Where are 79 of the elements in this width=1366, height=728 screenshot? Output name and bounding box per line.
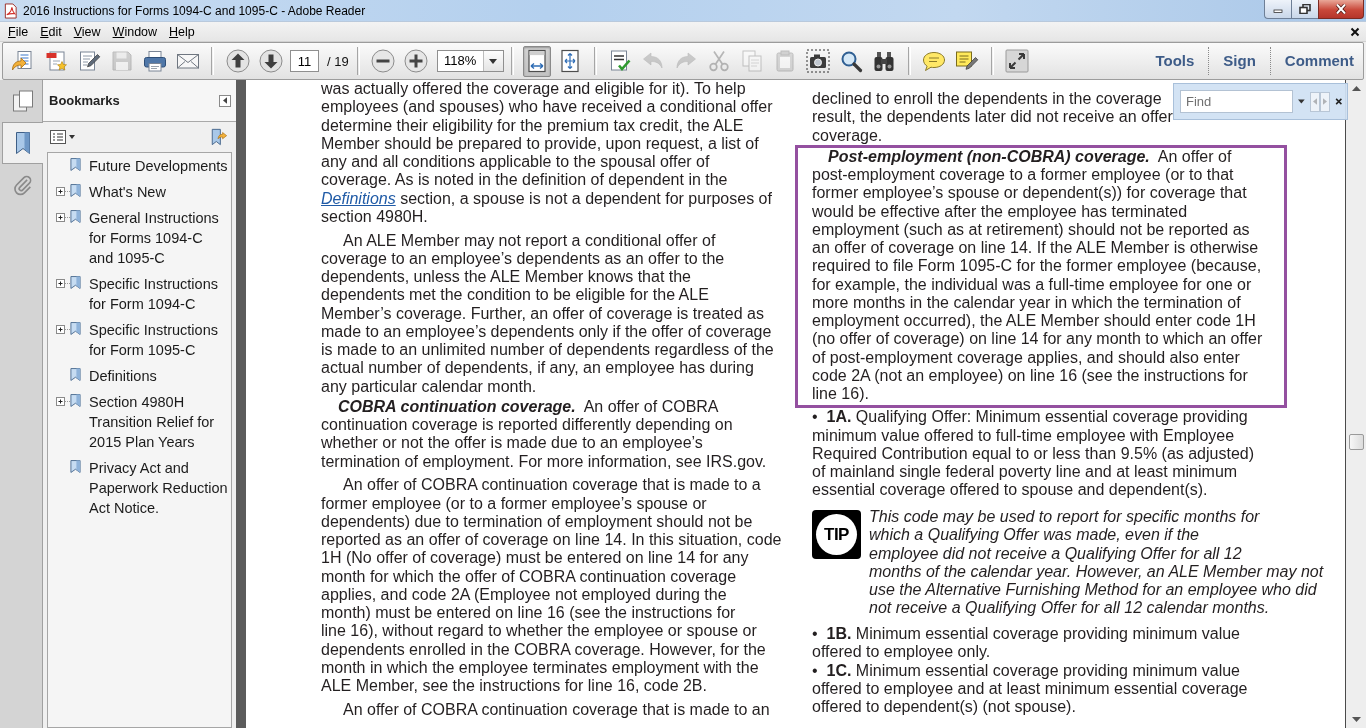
caret-right-icon	[1323, 98, 1328, 105]
list-item: • 1B. Minimum essential coverage providing minimum value offered to employee only.	[811, 625, 1241, 662]
pane-link[interactable]: Comment	[1269, 47, 1363, 75]
caret-down-icon[interactable]	[1351, 717, 1361, 722]
speech-bubble-icon[interactable]	[922, 49, 947, 73]
page-number-field[interactable]: 11	[290, 50, 319, 72]
camera-icon[interactable]	[806, 49, 831, 73]
bookmark-icon	[70, 276, 81, 289]
pages-icon	[10, 88, 35, 114]
menu-item[interactable]: Help	[164, 24, 200, 39]
caret-left-icon	[1312, 98, 1317, 105]
zoom-out-icon[interactable]	[371, 49, 396, 73]
menu-item[interactable]: Window	[107, 24, 163, 39]
print-icon[interactable]	[142, 49, 167, 73]
bookmark-icon	[70, 460, 81, 473]
caret-down-icon	[489, 58, 498, 64]
bookmark-icon	[70, 158, 81, 171]
paragraph: Post-employment (non-COBRA) coverage. An offer of post-employment coverage to a former employee (or to that former employee’s spouse or dependent(s)) for coverage that would be effective after the employee has terminated employment (such as at retirement) should not be reported as an offer of coverage on line 14. If the ALE Member is otherwise required to file Form 1095-C for the former employee (because, for example, the individual was a full-time employee for one or more months in the calendar year in which the termination of employment occurred), the ALE Member should enter code 1H (no offer of coverage) on line 14 for any month to which an offer of post-employment coverage applies, and should also enter code 2A (not an employee) on line 16 (see the instructions for line 16).	[812, 147, 1264, 404]
paragraph: COBRA continuation coverage. An offer of COBRA continuation coverage is reported differently depending on whether or not the offer is made due to an employee’s termination of employment. For more information, see IRS.gov.	[321, 397, 768, 471]
bookmark-icon	[70, 394, 81, 407]
bookmark-icon	[70, 322, 81, 335]
paragraph: An offer of COBRA continuation coverage that is made to a former employee (or to a former employee’s spouse or dependents) due to termination of employment should not be reported as an offer of coverage on line 14. In this situation, code 1H (No offer of coverage) must be entered on line 14 for any month for which the offer of COBRA continuation coverage applies, and code 2A (Employee not employed during the month) must be entered on line 16 (see the instructions for line 16), without regard to whether the employee or spouse or dependents enrolled in the COBRA coverage. However, for the month in which the employee terminates employment with the ALE Member, see the instructions for line 16, code 2B.	[321, 476, 783, 696]
restore-button[interactable]	[1291, 0, 1318, 19]
fit-width-button[interactable]	[523, 45, 552, 77]
find-field[interactable]: Find	[1180, 90, 1293, 113]
bookmark-item[interactable]: General Instructions for Forms 1094-C and 1095-C	[89, 208, 229, 268]
arrow-up-icon[interactable]	[225, 49, 250, 73]
menu-item[interactable]: Edit	[35, 24, 67, 39]
caret-down-icon[interactable]	[1298, 99, 1305, 104]
list-options-icon[interactable]	[50, 130, 76, 144]
menu-item[interactable]: View	[68, 24, 106, 39]
caret-up-icon[interactable]	[1351, 86, 1361, 91]
zoom-combo-box[interactable]: 118%	[436, 50, 504, 72]
minimize-button[interactable]	[1264, 0, 1291, 19]
bookmark-item[interactable]: Section 4980H Transition Relief for 2015 Plan Years	[89, 392, 229, 452]
window-title: 2016 Instructions for Forms 1094-C and 1095-C - Adobe Reader	[23, 3, 366, 18]
pane-link[interactable]: Tools	[1141, 47, 1209, 75]
paperclip-icon	[11, 174, 34, 196]
search-icon[interactable]	[839, 49, 864, 73]
close-button[interactable]	[1318, 0, 1364, 19]
bookmark-icon	[70, 184, 81, 197]
bookmark-item[interactable]: Privacy Act and Paperwork Reduction Act Notice.	[89, 458, 229, 518]
close-icon	[1335, 4, 1347, 14]
bookmark-icon	[70, 210, 81, 223]
tip-text: This code may be used to report for specific months for which a Qualifying Offer was made, even if the employee did not receive a Qualifying Offer for all 12 months of the calendar year. However, an ALE Member may not use the Alternative Furnishing Method for an employee who did not receive a Qualifying Offer for all 12 calendar months.	[869, 508, 1324, 618]
tip-badge: TIP	[812, 510, 861, 559]
bookmark-icon	[70, 368, 81, 381]
close-icon[interactable]	[1350, 26, 1360, 37]
bookmark-item[interactable]: Future Developments	[89, 156, 229, 176]
restore-icon	[1299, 4, 1311, 14]
paragraph: An ALE Member may not report a conditional offer of coverage to an employee’s dependents as an offer to the dependents, unless the ALE Member knows that the dependents met the condition to be eligible for the ALE Member’s coverage. Further, an offer of coverage is treated as made to an employee’s dependents only if the offer of coverage is made to an unlimited number of dependents regardless of the actual number of dependents, if any, an employee has during any particular calendar month.	[321, 231, 775, 396]
panel-title: Bookmarks	[49, 93, 120, 108]
text-link[interactable]: Definitions	[321, 189, 396, 207]
menu-item[interactable]: File	[3, 24, 34, 39]
binoculars-icon[interactable]	[872, 49, 897, 73]
collapse-panel-button[interactable]	[219, 94, 231, 107]
caret-left-icon	[223, 97, 227, 104]
zoom-in-icon[interactable]	[404, 49, 429, 73]
list-item: • 1A. Qualifying Offer: Minimum essential coverage providing minimum value offered to full-time employee with Employee Required Contribution equal to or less than 9.5% (as adjusted) of mainland single federal poverty line and at least minimum essential coverage offered to spouse and dependent(s).	[811, 408, 1256, 500]
scrollbar-thumb[interactable]	[1348, 434, 1364, 450]
bookmark-item[interactable]: Specific Instructions for Form 1094-C	[89, 274, 229, 314]
arrow-down-icon[interactable]	[258, 49, 283, 73]
bookmark-item[interactable]: Specific Instructions for Form 1095-C	[89, 320, 229, 360]
bookmark-item[interactable]: What's New	[89, 182, 229, 202]
expand-icon[interactable]	[1005, 49, 1030, 73]
paragraph: An offer of COBRA continuation coverage that is made to an	[342, 700, 771, 719]
bookmark-arrow-icon[interactable]	[210, 128, 228, 146]
pane-link[interactable]: Sign	[1208, 47, 1270, 75]
pdf-file-icon	[3, 2, 18, 19]
document-arrow-icon[interactable]	[10, 49, 35, 73]
list-item: • 1C. Minimum essential coverage providing minimum value offered to employee and at least minimum essential coverage offered to dependent(s) (not spouse).	[811, 661, 1249, 717]
page-count: / 19	[327, 53, 349, 69]
paragraph: was actually offered the coverage and eligible for it). To help employees (and spouses) who have received a conditional offer determine their eligibility for the premium tax credit, the ALE Member should be prepared to provide, upon request, a list of any and all conditions applicable to the spousal offer of coverage. As is noted in the definition of dependent in the Definitions section, a spouse is not a dependent for purposes of section 4980H.	[321, 80, 774, 226]
bookmark-item[interactable]: Definitions	[89, 366, 229, 386]
paragraph: declined to enroll the dependents in the coverage result, the dependents later did not receive an offer coverage.	[811, 90, 1173, 145]
close-icon[interactable]	[1335, 97, 1343, 106]
document-check-icon[interactable]	[608, 49, 633, 73]
note-pen-icon[interactable]	[955, 49, 980, 73]
bookmarks-tab[interactable]	[2, 122, 43, 164]
